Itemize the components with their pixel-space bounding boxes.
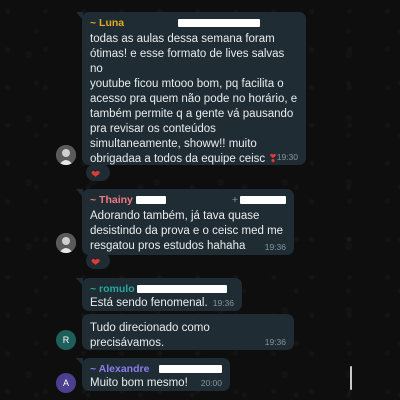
message-line: resgatou pros estudos hahaha [90, 240, 246, 252]
sender-label: ~ Thainy [90, 194, 133, 206]
avatar-thainy[interactable] [56, 233, 76, 253]
message-line: Adorando também, já tava quase [90, 210, 260, 222]
heart-reaction-icon: ❤ [91, 169, 101, 181]
redacted-phone [159, 365, 222, 373]
message-line: desistindo da prova e o ceisc med me [90, 225, 284, 237]
sender-label: ~ romulo [90, 283, 135, 295]
message-time: 19:30 [276, 152, 298, 162]
phone-prefix: + [231, 194, 239, 206]
message-time: 19:36 [264, 337, 286, 347]
message-line-text: obrigadaa a todos da equipe ceisc [90, 153, 266, 165]
message-line: obrigadaa a todos da equipe ceisc ❣ [90, 152, 298, 167]
chat-scrollbar[interactable] [350, 366, 352, 390]
message-line: todas as aulas dessa semana foram [90, 33, 275, 45]
redacted-phone [240, 196, 286, 204]
sender-name-alexandre[interactable]: ~ Alexandre [90, 363, 222, 375]
message-bubble-alexandre[interactable]: ~ Alexandre Muito bom mesmo! 20:00 [76, 358, 230, 391]
avatar-alexandre[interactable]: A [56, 373, 76, 393]
message-line: Tudo direcionado como precisávamos. [90, 322, 210, 349]
avatar-romulo[interactable]: R [56, 330, 76, 350]
reaction-badge[interactable]: ❤ [86, 164, 110, 181]
message-bubble-thainy[interactable]: ~ Thainy + Adorando também, já tava quas… [76, 189, 294, 255]
message-time: 19:36 [212, 298, 234, 308]
redacted-name [135, 196, 166, 204]
message-line: pra revisar os conteúdos [90, 123, 216, 135]
profile-photo-icon [56, 145, 76, 165]
avatar-letter: A [62, 378, 69, 388]
message-time: 19:36 [264, 242, 286, 252]
message-line: acesso pra quem não pode no horário, e [90, 93, 298, 105]
avatar-luna[interactable] [56, 145, 76, 165]
reaction-badge[interactable]: ❤ [86, 252, 110, 269]
message-bubble-continuation[interactable]: Tudo direcionado como precisávamos. 19:3… [82, 314, 294, 350]
message-time: 20:00 [200, 378, 222, 388]
message-line: youtube ficou mtooo bom, pq facilita o [90, 78, 284, 90]
sender-name-romulo[interactable]: ~ romulo [90, 283, 234, 295]
redacted-phone [178, 19, 261, 27]
profile-photo-icon [56, 233, 76, 253]
message-line: simultaneamente, showw!! muito [90, 138, 257, 150]
message-bubble-luna[interactable]: ~ Luna todas as aulas dessa semana foram… [76, 12, 306, 167]
message-line: ótimas! e esse formato de lives salvas n… [90, 48, 285, 75]
redacted-phone [136, 285, 227, 293]
message-line: também permite q a gente vá pausando [90, 108, 294, 120]
heart-reaction-icon: ❤ [91, 257, 101, 269]
message-bubble-romulo[interactable]: ~ romulo Está sendo fenomenal. 19:36 [76, 278, 242, 311]
avatar-letter: R [62, 335, 70, 345]
sender-label: ~ Luna [90, 17, 125, 29]
sender-name-thainy[interactable]: ~ Thainy + [90, 194, 286, 206]
sender-name-luna[interactable]: ~ Luna [90, 17, 298, 29]
sender-label: ~ Alexandre [90, 363, 150, 375]
